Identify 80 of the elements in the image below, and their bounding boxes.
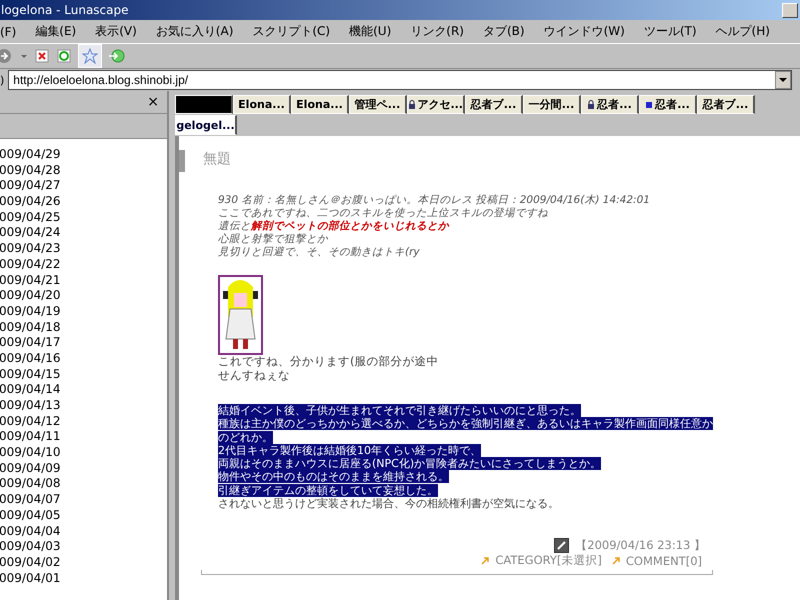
- close-button[interactable]: ×: [147, 94, 159, 110]
- body-line: されないと思うけど実装された場合、今の相続権利書が空気になる。: [218, 497, 559, 510]
- menu-item[interactable]: ツール(T): [644, 23, 697, 40]
- edit-icon[interactable]: [554, 538, 570, 554]
- category-link[interactable]: CATEGORY[未選択]: [495, 553, 602, 568]
- forward-arrow-icon[interactable]: [0, 48, 14, 64]
- blacked-out-tab[interactable]: [175, 95, 233, 114]
- arrow-icon: [481, 556, 490, 565]
- date-item[interactable]: 009/04/01: [0, 570, 167, 586]
- date-item[interactable]: 009/04/02: [0, 554, 167, 571]
- tab[interactable]: Elona...: [291, 95, 349, 114]
- tab[interactable]: 忍者...: [581, 95, 639, 114]
- menu-item[interactable]: ヘルプ(H): [716, 23, 770, 40]
- date-item[interactable]: 009/04/21: [0, 272, 167, 288]
- stop-icon[interactable]: [34, 48, 50, 64]
- quote-line: 930 名前：名無しさん＠お腹いっぱい。本日のレス 投稿日：2009/04/16(木) 14:42:01: [218, 194, 651, 207]
- minimize-button[interactable]: [782, 2, 798, 18]
- quote-line: 見切りと回避で、そ、その動きはトキ(ry: [218, 246, 421, 259]
- dropdown-button[interactable]: [775, 71, 791, 89]
- globe-arrow-icon[interactable]: [108, 48, 126, 64]
- quote-line: 遺伝と解剖でペットの部位とかをいじれるとか: [218, 220, 450, 233]
- lock-icon: [408, 100, 416, 110]
- tab[interactable]: アクセ...: [407, 95, 465, 114]
- date-item[interactable]: 009/04/03: [0, 539, 167, 555]
- comment-link[interactable]: COMMENT[0]: [626, 554, 702, 568]
- tab[interactable]: 忍者ブ...: [697, 95, 755, 114]
- lock-icon: [587, 100, 596, 110]
- date-item[interactable]: 009/04/09: [0, 460, 167, 476]
- post-title: 無題: [179, 150, 711, 172]
- address-label: ): [0, 74, 4, 86]
- tab[interactable]: gelogel...: [175, 115, 237, 135]
- address-field[interactable]: http://eloeloelona.blog.shinobi.jp/: [8, 70, 792, 90]
- tab[interactable]: 忍者...: [639, 95, 697, 114]
- menu-item[interactable]: お気に入り(A): [156, 23, 234, 40]
- menu-item[interactable]: 編集(E): [35, 23, 76, 40]
- post-date: 【2009/04/16 23:13 】: [575, 538, 706, 554]
- date-item[interactable]: 009/04/10: [0, 445, 167, 461]
- tab[interactable]: 忍者ブ...: [465, 95, 523, 114]
- menu-item[interactable]: (F): [0, 24, 16, 38]
- caret-icon: [779, 77, 787, 83]
- caption-line: これですね、分かります(服の部分が途中: [217, 355, 440, 368]
- date-item[interactable]: 009/04/29: [0, 147, 167, 163]
- date-item[interactable]: 009/04/13: [0, 398, 167, 414]
- date-item[interactable]: 009/04/22: [0, 256, 167, 272]
- quote-line: ここであれですね、二つのスキルを使った上位スキルの登場ですね: [218, 207, 549, 220]
- date-item[interactable]: 009/04/07: [0, 492, 167, 508]
- date-item[interactable]: 009/04/14: [0, 382, 167, 398]
- date-item[interactable]: 009/04/15: [0, 366, 167, 382]
- date-item[interactable]: 009/04/20: [0, 288, 167, 304]
- date-item[interactable]: 009/04/17: [0, 335, 167, 351]
- tab[interactable]: Elona...: [233, 95, 291, 114]
- date-item[interactable]: 009/04/16: [0, 350, 167, 367]
- square-icon: [645, 100, 654, 108]
- tab[interactable]: 管理ペ...: [349, 95, 407, 114]
- menu-item[interactable]: スクリプト(C): [252, 23, 330, 40]
- date-item[interactable]: 009/04/27: [0, 178, 167, 194]
- window-title: logelona - Lunascape: [1, 3, 129, 17]
- menu-item[interactable]: 表示(V): [95, 23, 137, 40]
- date-item[interactable]: 009/04/18: [0, 320, 167, 336]
- date-item[interactable]: 009/04/23: [0, 241, 167, 257]
- menu-item[interactable]: タブ(B): [482, 23, 525, 40]
- caption-line: せんすねぇな: [217, 368, 291, 382]
- date-item[interactable]: 009/04/19: [0, 304, 167, 320]
- date-item[interactable]: 009/04/25: [0, 210, 167, 226]
- menu-item[interactable]: 機能(U): [349, 23, 392, 40]
- date-item[interactable]: 009/04/12: [0, 414, 167, 430]
- date-item[interactable]: 009/04/05: [0, 508, 167, 524]
- arrow-icon: [612, 556, 620, 565]
- date-item[interactable]: 009/04/04: [0, 524, 167, 540]
- date-item[interactable]: 009/04/08: [0, 476, 167, 492]
- refresh-icon[interactable]: [56, 48, 72, 64]
- date-item[interactable]: 009/04/28: [0, 162, 167, 178]
- favorites-button[interactable]: [78, 44, 102, 68]
- date-item[interactable]: 009/04/11: [0, 429, 167, 446]
- tab[interactable]: 一分間...: [523, 95, 581, 114]
- quote-line: 心眼と射撃で狙撃とか: [218, 233, 329, 246]
- date-item[interactable]: 009/04/24: [0, 225, 167, 242]
- menu-item[interactable]: ウインドウ(W): [544, 23, 625, 40]
- date-item[interactable]: 009/04/26: [0, 194, 167, 210]
- menu-item[interactable]: リンク(R): [410, 23, 464, 40]
